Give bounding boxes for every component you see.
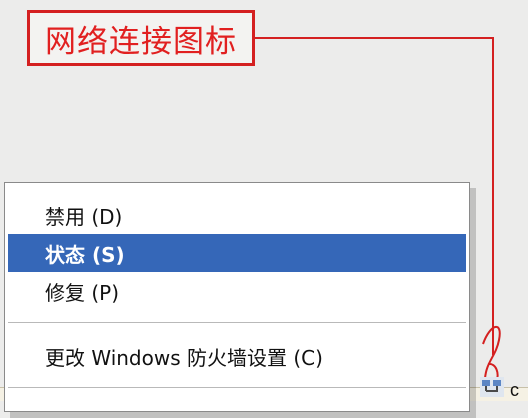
menu-item-label: 修复 (P)	[45, 280, 120, 305]
menu-item-disable[interactable]: 禁用 (D)	[8, 196, 466, 234]
menu-item-label: 禁用 (D)	[45, 204, 123, 229]
annotation-callout: 网络连接图标	[27, 10, 255, 66]
tray-partial-text: c	[510, 380, 519, 400]
menu-separator	[8, 322, 466, 324]
menu-item-repair[interactable]: 修复 (P)	[8, 272, 466, 310]
menu-item-status[interactable]: 状态 (S)	[8, 234, 466, 272]
menu-separator	[8, 387, 466, 389]
annotation-label: 网络连接图标	[45, 23, 237, 60]
menu-item-change-firewall-settings[interactable]: 更改 Windows 防火墙设置 (C)	[8, 337, 466, 375]
menu-item-label: 状态 (S)	[45, 242, 125, 267]
network-connection-icon[interactable]	[478, 374, 506, 400]
context-menu: 禁用 (D) 状态 (S) 修复 (P) 更改 Windows 防火墙设置 (C…	[4, 182, 470, 412]
menu-item-label: 更改 Windows 防火墙设置 (C)	[45, 345, 323, 370]
